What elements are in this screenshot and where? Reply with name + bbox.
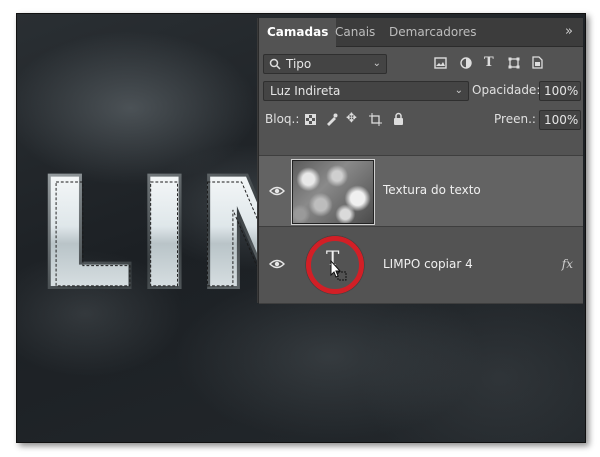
lock-all-icon[interactable] bbox=[393, 112, 404, 125]
layer-thumbnail bbox=[291, 159, 375, 225]
panel-tab-bar: Camadas Canais Demarcadores » bbox=[259, 18, 583, 47]
visibility-eye-icon[interactable] bbox=[269, 259, 285, 269]
blend-mode-select[interactable]: Luz Indireta ⌄ bbox=[263, 81, 469, 101]
blend-mode-value: Luz Indireta bbox=[270, 84, 341, 98]
opacity-label: Opacidade: bbox=[472, 83, 541, 97]
fill-value: 100% bbox=[544, 113, 579, 127]
filter-row: Tipo ⌄ T bbox=[259, 52, 583, 74]
fill-label: Preen.: bbox=[494, 112, 536, 126]
chevron-down-icon: ⌄ bbox=[372, 58, 381, 69]
image-filter-icon[interactable] bbox=[434, 57, 447, 69]
layers-panel: Camadas Canais Demarcadores » Tipo ⌄ T L… bbox=[258, 18, 583, 304]
shape-filter-icon[interactable] bbox=[508, 57, 520, 69]
lock-row: Bloq.: ✥ Preen.: 100% bbox=[259, 107, 583, 131]
layer-name[interactable]: LIMPO copiar 4 bbox=[383, 257, 473, 271]
search-icon bbox=[269, 58, 281, 70]
layer-row-texture[interactable]: Textura do texto bbox=[259, 155, 583, 226]
layer-effects-icon[interactable]: fx bbox=[562, 257, 573, 271]
type-filter-icon[interactable]: T bbox=[484, 56, 494, 70]
lock-position-icon[interactable]: ✥ bbox=[346, 112, 357, 126]
lock-artboard-icon[interactable] bbox=[369, 113, 382, 126]
tab-layers[interactable]: Camadas bbox=[259, 18, 337, 47]
tab-channels[interactable]: Canais bbox=[327, 18, 383, 46]
panel-collapse-icon[interactable]: » bbox=[565, 18, 573, 46]
lock-transparent-pixels-icon[interactable] bbox=[305, 114, 316, 125]
lock-image-pixels-icon[interactable] bbox=[325, 113, 338, 126]
canvas-lettering-stitch: LIM bbox=[43, 164, 277, 320]
visibility-eye-icon[interactable] bbox=[269, 186, 285, 196]
filter-kind-select[interactable]: Tipo ⌄ bbox=[263, 54, 387, 74]
layer-name[interactable]: Textura do texto bbox=[383, 183, 481, 197]
fill-field[interactable]: 100% bbox=[539, 110, 581, 130]
opacity-field[interactable]: 100% bbox=[539, 81, 581, 101]
blend-row: Luz Indireta ⌄ Opacidade: 100% bbox=[259, 78, 583, 102]
adjustment-filter-icon[interactable] bbox=[460, 57, 472, 69]
screenshot-frame: LIM LIM Camadas Canais Demarcadores » Ti… bbox=[16, 13, 586, 443]
tab-paths[interactable]: Demarcadores bbox=[381, 18, 485, 46]
filter-kind-value: Tipo bbox=[286, 57, 312, 71]
chevron-down-icon: ⌄ bbox=[454, 85, 463, 96]
lock-label: Bloq.: bbox=[265, 112, 300, 126]
svg-text:LIM: LIM bbox=[43, 164, 277, 320]
smart-object-filter-icon[interactable] bbox=[532, 56, 543, 69]
opacity-value: 100% bbox=[544, 84, 579, 98]
highlight-circle bbox=[306, 236, 364, 294]
